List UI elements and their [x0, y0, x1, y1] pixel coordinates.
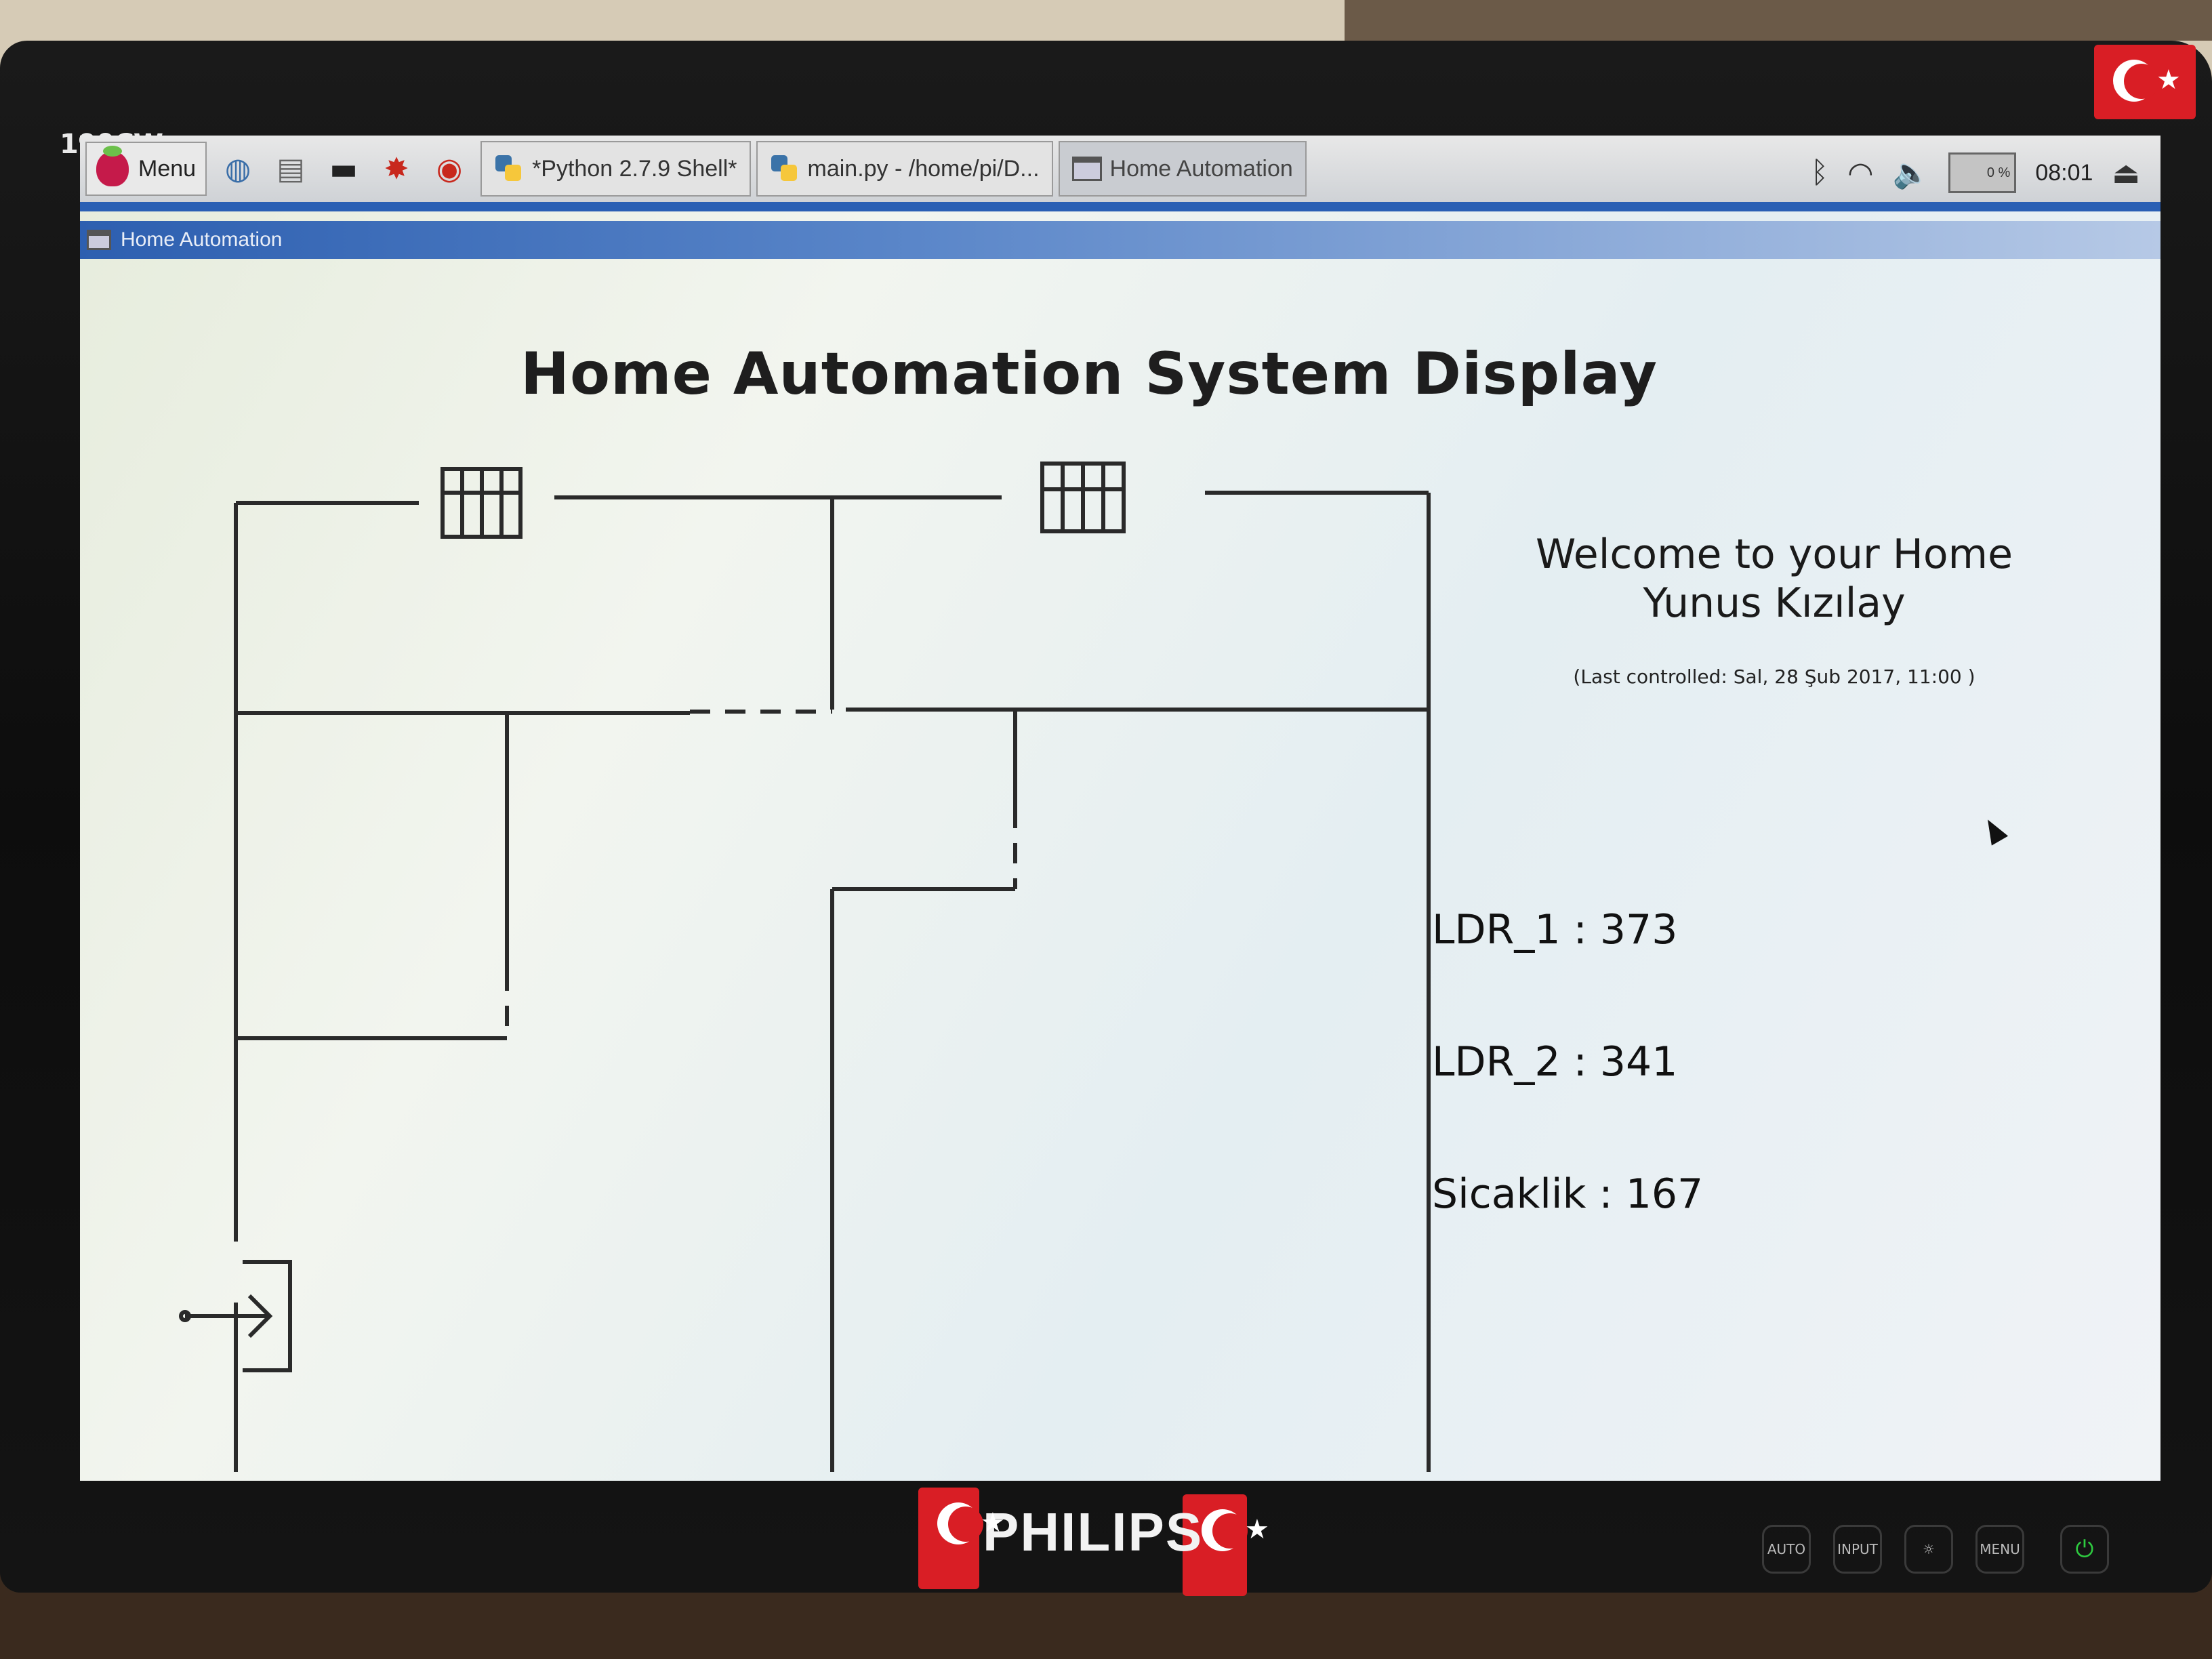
task-python-shell[interactable]: *Python 2.7.9 Shell*: [480, 141, 751, 197]
web-browser-icon[interactable]: ◍: [216, 147, 260, 190]
last-controlled-timestamp: (Last controlled: Sal, 28 Şub 2017, 11:0…: [1573, 665, 1975, 688]
mouse-cursor: [1979, 815, 2009, 846]
welcome-line-1: Welcome to your Home: [1535, 531, 2013, 578]
wall-background: [1345, 0, 2212, 41]
system-tray: ᛒ ◠ 🔈 0 % 08:01 ⏏: [1811, 145, 2140, 201]
clock[interactable]: 08:01: [2035, 160, 2093, 186]
window-title: Home Automation: [121, 228, 283, 251]
sensor-temperature: Sicaklik : 167: [1432, 1170, 1704, 1218]
task-label: Home Automation: [1109, 155, 1293, 182]
monitor-menu-button[interactable]: MENU: [1975, 1525, 2024, 1574]
window-icon: [87, 230, 111, 250]
app-content: Home Automation System Display Welcome t…: [80, 259, 2160, 1481]
window-1[interactable]: [441, 467, 523, 539]
monitor-auto-button[interactable]: AUTO: [1762, 1525, 1811, 1574]
taskbar: Menu ◍ ▤ ▬ ✸ ◉ *Python 2.7.9 Shell* main…: [80, 136, 2160, 211]
monitor-input-button[interactable]: INPUT: [1833, 1525, 1882, 1574]
bluetooth-icon[interactable]: ᛒ: [1811, 156, 1828, 190]
raspberry-pi-icon: [96, 146, 129, 186]
monitor-power-button[interactable]: ⏻: [2060, 1525, 2109, 1574]
task-main-py[interactable]: main.py - /home/pi/D...: [756, 141, 1053, 197]
start-menu-label: Menu: [138, 155, 197, 182]
sensor-ldr-2: LDR_2 : 341: [1432, 1038, 1678, 1086]
terminal-icon[interactable]: ▬: [322, 147, 365, 190]
task-label: *Python 2.7.9 Shell*: [532, 155, 737, 182]
page-title: Home Automation System Display: [520, 340, 1658, 408]
task-label: main.py - /home/pi/D...: [807, 155, 1040, 182]
sensor-ldr-1: LDR_1 : 373: [1432, 906, 1678, 954]
turkish-flag-sticker: ★: [2094, 45, 2196, 119]
eject-icon[interactable]: ⏏: [2112, 156, 2140, 190]
python-icon: [494, 154, 524, 184]
welcome-user-name: Yunus Kızılay: [1643, 579, 1906, 627]
mathematica-icon[interactable]: ✸: [375, 147, 418, 190]
file-manager-icon[interactable]: ▤: [269, 147, 312, 190]
floor-plan: [179, 462, 1431, 1472]
window-2[interactable]: [1040, 462, 1126, 533]
welcome-message: Welcome to your Home Yunus Kızılay: [1435, 530, 2113, 628]
start-menu-button[interactable]: Menu: [85, 142, 207, 196]
task-home-automation[interactable]: Home Automation: [1058, 141, 1307, 197]
monitor-brightness-button[interactable]: ☼: [1904, 1525, 1953, 1574]
turkish-flag-sticker-left: ★: [918, 1488, 1005, 1589]
cpu-monitor: 0 %: [1948, 152, 2017, 193]
screen: Menu ◍ ▤ ▬ ✸ ◉ *Python 2.7.9 Shell* main…: [80, 136, 2160, 1481]
wolfram-icon[interactable]: ◉: [428, 147, 471, 190]
wifi-icon[interactable]: ◠: [1847, 156, 1873, 190]
python-icon: [770, 154, 800, 184]
monitor-brand-logo: PHILIPS: [983, 1502, 1204, 1562]
volume-icon[interactable]: 🔈: [1893, 155, 1930, 190]
window-icon: [1071, 157, 1102, 181]
window-titlebar[interactable]: Home Automation: [80, 221, 2160, 259]
